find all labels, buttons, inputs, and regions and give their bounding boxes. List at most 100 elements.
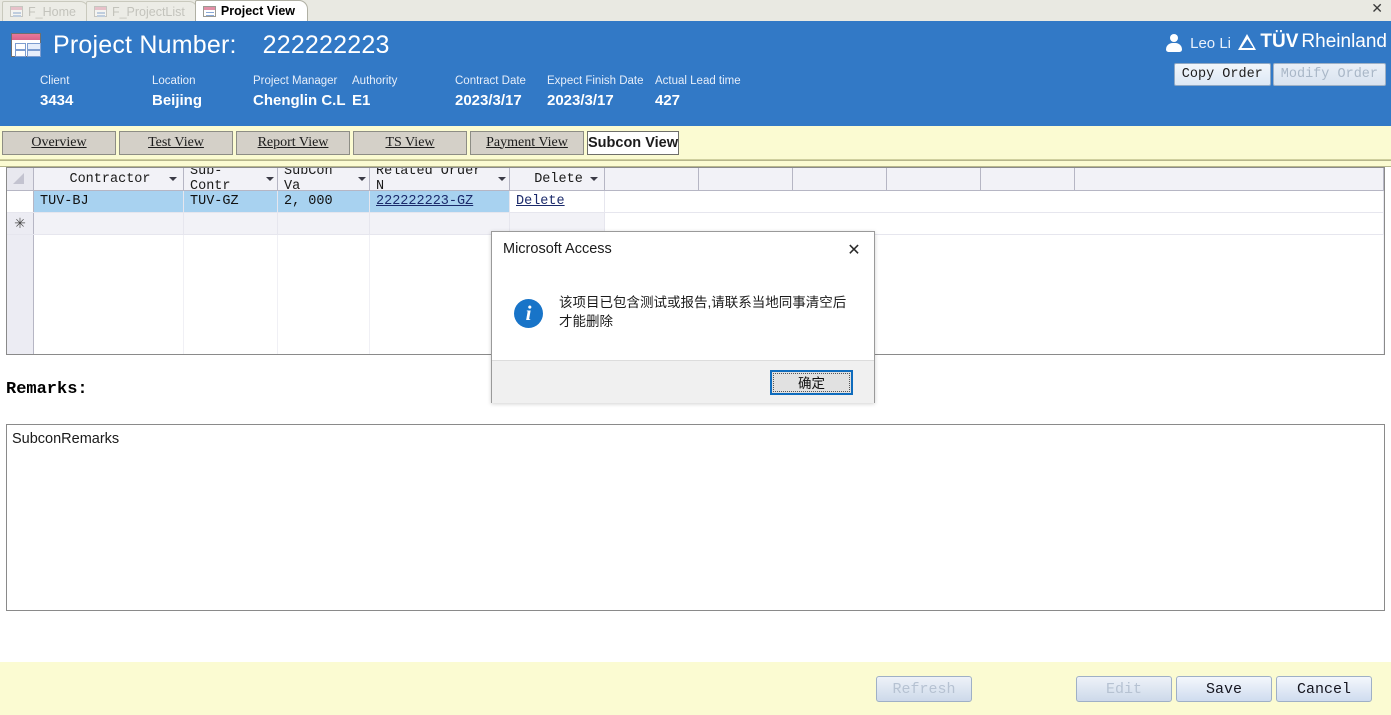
- select-all-corner[interactable]: [7, 168, 34, 190]
- project-header: Project Number: 222222223 Leo Li TÜV Rhei…: [0, 21, 1391, 126]
- cell-subcon-value[interactable]: 2, 000: [278, 191, 370, 212]
- meta-label: Client: [40, 75, 70, 87]
- dialog-message: 该项目已包含测试或报告,请联系当地同事清空后才能删除: [559, 295, 847, 329]
- column-header-empty: [605, 168, 699, 190]
- cell-contractor-new[interactable]: [34, 213, 184, 234]
- document-tab-label: F_ProjectList: [111, 4, 185, 19]
- column-header-empty: [699, 168, 793, 190]
- related-order-link[interactable]: 222222223-GZ: [376, 194, 473, 209]
- column-header-subcon-value[interactable]: SubCon Va: [278, 168, 370, 194]
- order-action-buttons: Copy Order Modify Order: [1173, 63, 1386, 86]
- tab-test-view[interactable]: Test View: [119, 130, 233, 155]
- form-icon-large: [11, 33, 41, 57]
- meta-label: Project Manager: [253, 75, 338, 87]
- meta-value: E1: [352, 92, 371, 109]
- tab-payment-view[interactable]: Payment View: [470, 130, 584, 155]
- form-icon: [10, 6, 23, 17]
- table-header-row: Contractor Sub-Contr SubCon Va Related O…: [7, 168, 1384, 194]
- chevron-down-icon[interactable]: [590, 177, 598, 181]
- column-header-empty: [887, 168, 981, 190]
- meta-label: Expect Finish Date: [547, 75, 644, 87]
- document-tab-strip: F_Home F_ProjectList Project View ✕: [0, 0, 1391, 22]
- cancel-button[interactable]: Cancel: [1276, 676, 1372, 702]
- remarks-label: Remarks:: [6, 380, 88, 399]
- meta-client: Client 3434: [40, 75, 73, 110]
- meta-label: Authority: [352, 75, 398, 87]
- modify-order-button: Modify Order: [1272, 63, 1386, 86]
- form-icon: [93, 6, 107, 17]
- column-header-related-order-no[interactable]: Related Order N: [370, 168, 510, 194]
- meta-label: Location: [152, 75, 196, 87]
- document-tab-project-view[interactable]: Project View: [194, 0, 308, 21]
- refresh-button: Refresh: [876, 676, 972, 702]
- delete-link[interactable]: Delete: [516, 194, 565, 209]
- column-header-sub-contr[interactable]: Sub-Contr: [184, 168, 278, 194]
- column-header-empty: [793, 168, 887, 190]
- page-title: Project Number:: [53, 30, 237, 59]
- chevron-down-icon[interactable]: [169, 177, 177, 181]
- chevron-down-icon[interactable]: [358, 177, 366, 181]
- chevron-down-icon[interactable]: [498, 177, 506, 181]
- cell-subcon-value-new[interactable]: [278, 213, 370, 234]
- column-header-label: Sub-Contr: [190, 167, 231, 194]
- save-button[interactable]: Save: [1176, 676, 1272, 702]
- info-icon: i: [514, 298, 543, 328]
- triangle-icon: [1238, 34, 1257, 50]
- document-tab-f-home[interactable]: F_Home: [2, 1, 89, 21]
- column-header-delete[interactable]: Delete: [510, 168, 605, 190]
- document-tab-f-projectlist[interactable]: F_ProjectList: [85, 1, 198, 21]
- meta-label: Contract Date: [455, 75, 526, 87]
- chevron-down-icon[interactable]: [266, 177, 274, 181]
- column-header-label: Delete: [534, 171, 583, 187]
- current-user[interactable]: Leo Li: [1166, 34, 1231, 52]
- cell-related-order-no[interactable]: 222222223-GZ: [370, 191, 510, 212]
- column-header-empty: [981, 168, 1075, 190]
- meta-actual-lead-time: Actual Lead time 427: [655, 75, 741, 110]
- meta-contract-date: Contract Date 2023/3/17: [455, 75, 526, 110]
- dialog-ok-button[interactable]: 确定: [770, 369, 853, 395]
- dialog-title: Microsoft Access: [503, 241, 612, 257]
- cell-contractor[interactable]: TUV-BJ: [34, 191, 184, 212]
- form-icon: [202, 5, 216, 17]
- meta-expect-finish-date: Expect Finish Date 2023/3/17: [547, 75, 644, 110]
- logo-bold: TÜV: [1260, 31, 1299, 52]
- close-icon[interactable]: ✕: [1371, 2, 1383, 16]
- message-dialog: Microsoft Access ✕ i 该项目已包含测试或报告,请联系当地同事…: [491, 231, 875, 403]
- meta-project-manager: Project Manager Chenglin C.L: [253, 75, 346, 110]
- logo-light: Rheinland: [1301, 31, 1387, 52]
- cell-sub-contr[interactable]: TUV-GZ: [184, 191, 278, 212]
- tab-subcon-view[interactable]: Subcon View: [587, 130, 679, 155]
- meta-value: 2023/3/17: [455, 92, 522, 109]
- meta-authority: Authority E1: [352, 75, 397, 110]
- new-record-marker[interactable]: ✳: [7, 213, 34, 234]
- tab-ts-view[interactable]: TS View: [353, 130, 467, 155]
- column-header-contractor[interactable]: Contractor: [34, 168, 184, 190]
- meta-value: 2023/3/17: [547, 92, 614, 109]
- meta-value: Chenglin C.L: [253, 92, 346, 109]
- access-form-window: F_Home F_ProjectList Project View ✕ Proj…: [0, 0, 1391, 715]
- document-tab-label: F_Home: [28, 4, 76, 19]
- document-tab-label: Project View: [220, 4, 295, 18]
- meta-location: Location Beijing: [152, 75, 202, 110]
- project-number-value: 222222223: [262, 30, 390, 59]
- cell-sub-contr-new[interactable]: [184, 213, 278, 234]
- cell-delete[interactable]: Delete: [510, 191, 605, 212]
- cell-related-order-no-new[interactable]: [370, 213, 510, 234]
- column-header-label: Related Order N: [376, 167, 482, 194]
- tab-report-view[interactable]: Report View: [236, 130, 350, 155]
- tab-overview[interactable]: Overview: [2, 130, 116, 155]
- remarks-input[interactable]: SubconRemarks: [6, 424, 1385, 611]
- copy-order-button[interactable]: Copy Order: [1173, 63, 1271, 86]
- user-icon: [1166, 34, 1183, 52]
- edit-button: Edit: [1076, 676, 1172, 702]
- cell-empty: [605, 191, 1384, 212]
- tuv-rheinland-logo: TÜV Rheinland: [1238, 31, 1387, 53]
- table-row[interactable]: TUV-BJ TUV-GZ 2, 000 222222223-GZ Delete: [7, 191, 1384, 213]
- view-tab-separator: [0, 160, 1391, 167]
- view-tab-bar: Overview Test View Report View TS View P…: [0, 126, 1391, 160]
- meta-value: 3434: [40, 92, 74, 109]
- row-selector[interactable]: [7, 191, 34, 212]
- column-header-label: Contractor: [69, 171, 151, 187]
- column-header-empty: [1075, 168, 1384, 190]
- close-icon[interactable]: ✕: [834, 234, 874, 264]
